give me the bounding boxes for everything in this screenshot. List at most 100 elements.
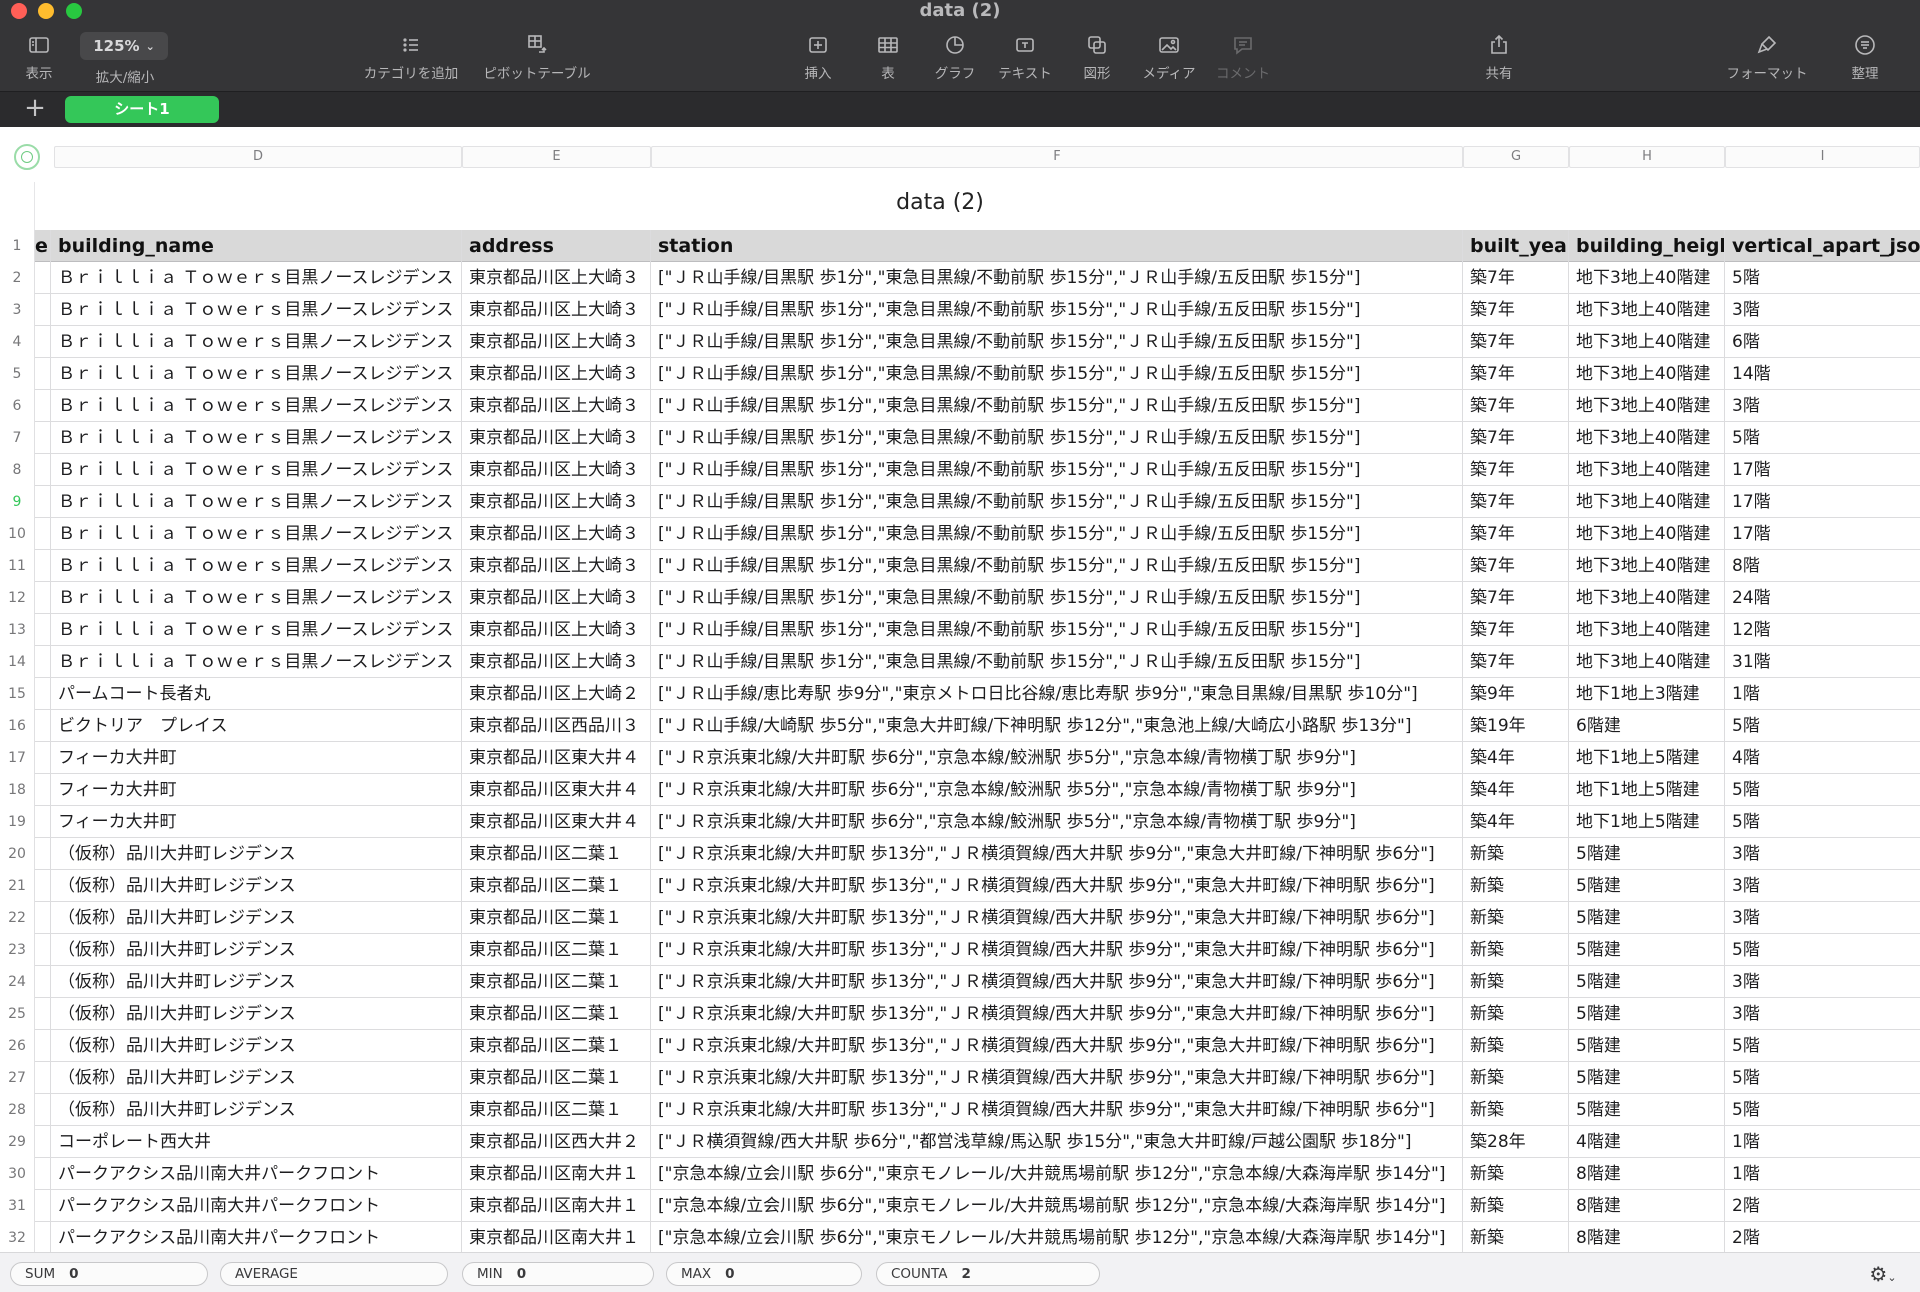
address-cell[interactable]: 東京都品川区西大井２ [462, 1126, 651, 1158]
floor-cell[interactable]: 17階 [1725, 486, 1920, 518]
row-number[interactable]: 11 [0, 550, 35, 582]
floor-cell[interactable]: 3階 [1725, 838, 1920, 870]
floor-cell[interactable]: 5階 [1725, 806, 1920, 838]
row-number[interactable]: 12 [0, 582, 35, 614]
building-name-cell[interactable]: パームコート長者丸 [51, 678, 462, 710]
tab-sheet-1[interactable]: シート1 [65, 96, 219, 123]
floor-cell[interactable]: 5階 [1725, 262, 1920, 294]
building-name-cell[interactable]: コーポレート西大井 [51, 1126, 462, 1158]
summary-settings-button[interactable]: ⚙︎⌄ [1860, 1261, 1906, 1287]
row-filler-cell[interactable] [35, 1030, 51, 1062]
row-filler-cell[interactable] [35, 934, 51, 966]
station-cell[interactable]: ["京急本線/立会川駅 歩6分","東京モノレール/大井競馬場前駅 歩12分",… [651, 1158, 1463, 1190]
station-cell[interactable]: ["ＪＲ山手線/目黒駅 歩1分","東急目黒線/不動前駅 歩15分","ＪＲ山手… [651, 582, 1463, 614]
row-number[interactable]: 27 [0, 1062, 35, 1094]
row-number[interactable]: 14 [0, 646, 35, 678]
building-height-cell[interactable]: 5階建 [1569, 1094, 1725, 1126]
row-number[interactable]: 1 [0, 230, 35, 262]
row-filler-cell[interactable] [35, 998, 51, 1030]
row-filler-cell[interactable] [35, 1222, 51, 1252]
row-filler-cell[interactable] [35, 678, 51, 710]
station-cell[interactable]: ["ＪＲ山手線/目黒駅 歩1分","東急目黒線/不動前駅 歩15分","ＪＲ山手… [651, 390, 1463, 422]
column-header-f[interactable]: F [651, 146, 1463, 168]
building-height-cell[interactable]: 8階建 [1569, 1222, 1725, 1252]
row-filler-cell[interactable] [35, 454, 51, 486]
table-button[interactable]: 表 [872, 30, 904, 86]
row-filler-cell[interactable] [35, 966, 51, 998]
building-name-cell[interactable]: （仮称）品川大井町レジデンス [51, 934, 462, 966]
built-year-cell[interactable]: 新築 [1463, 934, 1569, 966]
floor-cell[interactable]: 5階 [1725, 934, 1920, 966]
building-height-cell[interactable]: 地下1地上5階建 [1569, 806, 1725, 838]
floor-cell[interactable]: 3階 [1725, 294, 1920, 326]
building-height-cell[interactable]: 8階建 [1569, 1158, 1725, 1190]
address-cell[interactable]: 東京都品川区上大崎３ [462, 550, 651, 582]
station-cell[interactable]: ["ＪＲ京浜東北線/大井町駅 歩13分","ＪＲ横須賀線/西大井駅 歩9分","… [651, 902, 1463, 934]
built-year-cell[interactable]: 築7年 [1463, 454, 1569, 486]
station-cell[interactable]: ["ＪＲ山手線/目黒駅 歩1分","東急目黒線/不動前駅 歩15分","ＪＲ山手… [651, 454, 1463, 486]
address-cell[interactable]: 東京都品川区二葉１ [462, 902, 651, 934]
built-year-cell[interactable]: 新築 [1463, 838, 1569, 870]
column-header-h[interactable]: H [1569, 146, 1725, 168]
built-year-cell[interactable]: 新築 [1463, 1222, 1569, 1252]
address-cell[interactable]: 東京都品川区二葉１ [462, 1030, 651, 1062]
building-height-cell[interactable]: 5階建 [1569, 966, 1725, 998]
address-cell[interactable]: 東京都品川区二葉１ [462, 1062, 651, 1094]
building-height-cell[interactable]: 6階建 [1569, 710, 1725, 742]
building-height-cell[interactable]: 地下3地上40階建 [1569, 550, 1725, 582]
built-year-cell[interactable]: 築7年 [1463, 326, 1569, 358]
row-filler-cell[interactable] [35, 870, 51, 902]
building-name-cell[interactable]: Ｂｒｉｌｌｉａ Ｔｏｗｅｒｓ目黒ノースレジデンス [51, 646, 462, 678]
row-filler-cell[interactable] [35, 390, 51, 422]
address-cell[interactable]: 東京都品川区上大崎３ [462, 326, 651, 358]
built-year-cell[interactable]: 新築 [1463, 1030, 1569, 1062]
building-height-cell[interactable]: 地下3地上40階建 [1569, 262, 1725, 294]
floor-cell[interactable]: 31階 [1725, 646, 1920, 678]
floor-cell[interactable]: 3階 [1725, 390, 1920, 422]
station-cell[interactable]: ["ＪＲ山手線/目黒駅 歩1分","東急目黒線/不動前駅 歩15分","ＪＲ山手… [651, 422, 1463, 454]
row-filler-cell[interactable] [35, 1126, 51, 1158]
row-number[interactable]: 25 [0, 998, 35, 1030]
floor-cell[interactable]: 5階 [1725, 422, 1920, 454]
column-header-g[interactable]: G [1463, 146, 1569, 168]
station-cell[interactable]: ["ＪＲ京浜東北線/大井町駅 歩6分","京急本線/鮫洲駅 歩5分","京急本線… [651, 774, 1463, 806]
row-number[interactable]: 18 [0, 774, 35, 806]
building-height-cell[interactable]: 地下3地上40階建 [1569, 646, 1725, 678]
address-cell[interactable]: 東京都品川区二葉１ [462, 870, 651, 902]
floor-cell[interactable]: 5階 [1725, 1062, 1920, 1094]
station-cell[interactable]: ["ＪＲ京浜東北線/大井町駅 歩13分","ＪＲ横須賀線/西大井駅 歩9分","… [651, 1062, 1463, 1094]
format-button[interactable]: フォーマット [1724, 30, 1810, 86]
built-year-cell[interactable]: 新築 [1463, 870, 1569, 902]
station-cell[interactable]: ["ＪＲ山手線/目黒駅 歩1分","東急目黒線/不動前駅 歩15分","ＪＲ山手… [651, 326, 1463, 358]
station-cell[interactable]: ["ＪＲ山手線/目黒駅 歩1分","東急目黒線/不動前駅 歩15分","ＪＲ山手… [651, 486, 1463, 518]
row-number[interactable]: 32 [0, 1222, 35, 1252]
shape-button[interactable]: 図形 [1080, 30, 1114, 86]
building-name-cell[interactable]: （仮称）品川大井町レジデンス [51, 966, 462, 998]
media-button[interactable]: メディア [1140, 30, 1198, 86]
row-filler-cell[interactable] [35, 1094, 51, 1126]
building-name-cell[interactable]: Ｂｒｉｌｌｉａ Ｔｏｗｅｒｓ目黒ノースレジデンス [51, 550, 462, 582]
row-filler-cell[interactable] [35, 294, 51, 326]
address-cell[interactable]: 東京都品川区上大崎３ [462, 454, 651, 486]
row-filler-cell[interactable] [35, 550, 51, 582]
floor-cell[interactable]: 17階 [1725, 518, 1920, 550]
floor-cell[interactable]: 3階 [1725, 998, 1920, 1030]
address-cell[interactable]: 東京都品川区南大井１ [462, 1158, 651, 1190]
built-year-cell[interactable]: 新築 [1463, 1158, 1569, 1190]
building-height-cell[interactable]: 地下3地上40階建 [1569, 294, 1725, 326]
row-number[interactable]: 28 [0, 1094, 35, 1126]
built-year-cell[interactable]: 築28年 [1463, 1126, 1569, 1158]
station-cell[interactable]: ["ＪＲ京浜東北線/大井町駅 歩13分","ＪＲ横須賀線/西大井駅 歩9分","… [651, 966, 1463, 998]
row-number[interactable]: 15 [0, 678, 35, 710]
address-cell[interactable]: 東京都品川区東大井４ [462, 774, 651, 806]
built-year-cell[interactable]: 新築 [1463, 902, 1569, 934]
address-cell[interactable]: 東京都品川区二葉１ [462, 966, 651, 998]
building-name-cell[interactable]: （仮称）品川大井町レジデンス [51, 870, 462, 902]
building-height-cell[interactable]: 5階建 [1569, 934, 1725, 966]
row-number[interactable]: 21 [0, 870, 35, 902]
building-height-cell[interactable]: 5階建 [1569, 1030, 1725, 1062]
row-number[interactable]: 9 [0, 486, 35, 518]
building-height-cell[interactable]: 8階建 [1569, 1190, 1725, 1222]
add-category-button[interactable]: カテゴリを追加 [360, 30, 462, 86]
header-cell-built-year[interactable]: built_year [1463, 230, 1569, 262]
